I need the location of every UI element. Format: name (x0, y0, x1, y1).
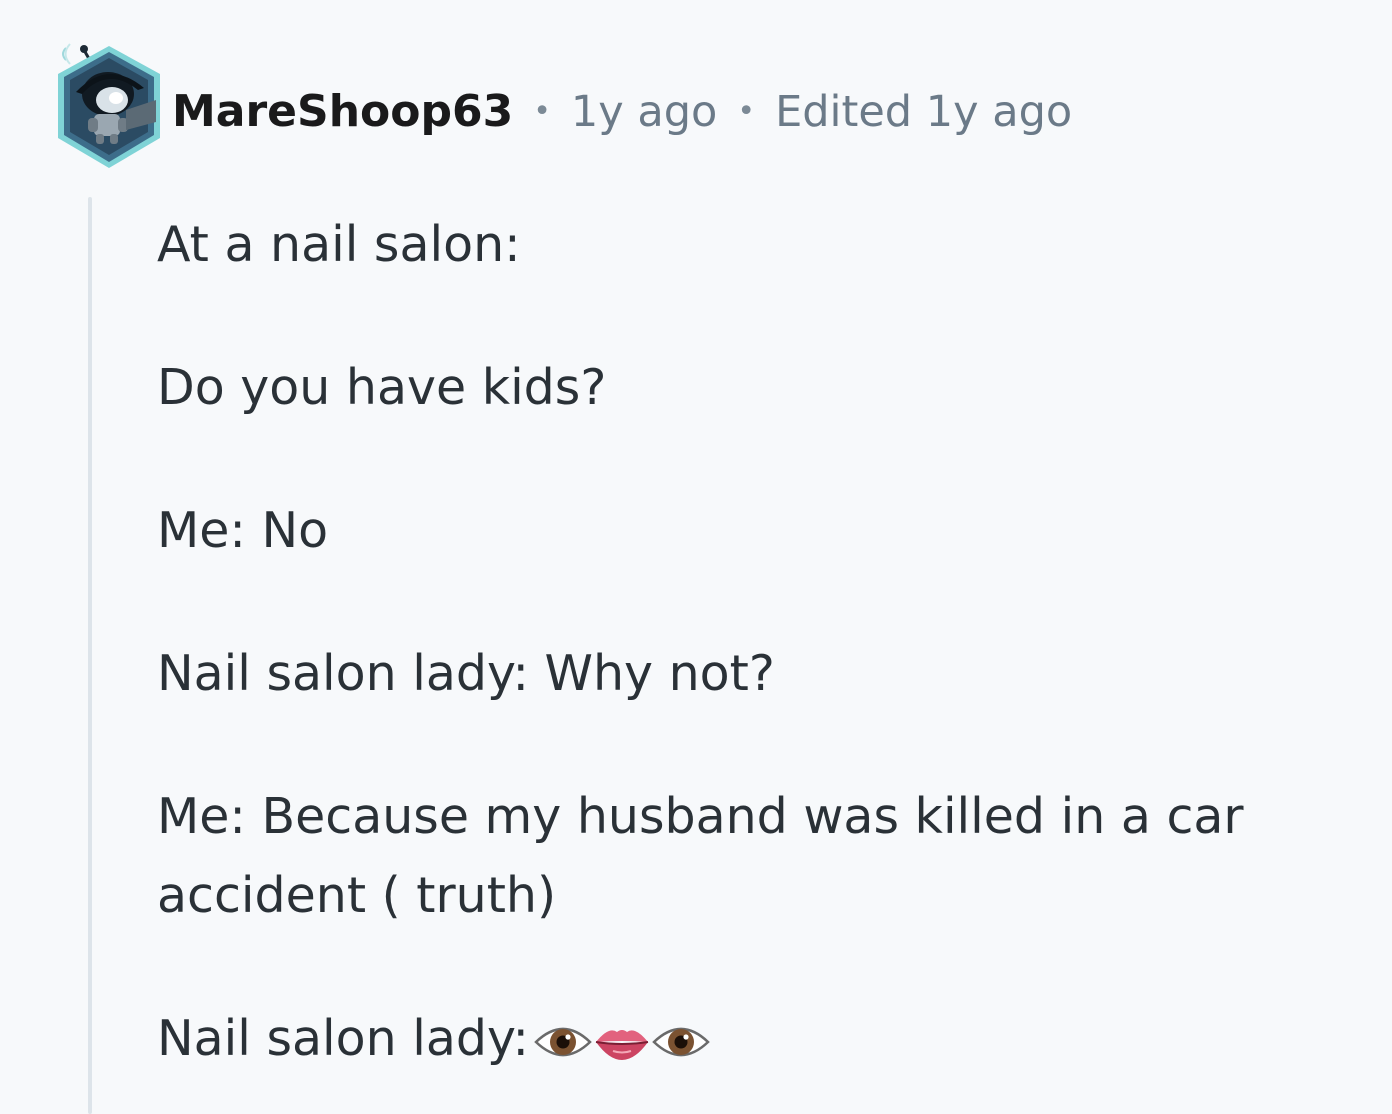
comment-line: Me: No (157, 502, 329, 559)
lips-icon (595, 1029, 649, 1060)
comment-line: At a nail salon: (157, 216, 521, 273)
meta-separator: • (737, 94, 756, 129)
comment-line: Me: Because my husband was killed in a c… (157, 788, 1244, 924)
thread-line[interactable] (88, 197, 92, 1114)
user-avatar[interactable] (48, 38, 170, 176)
timestamp[interactable]: 1y ago (571, 82, 717, 142)
comment-line: Do you have kids? (157, 359, 607, 416)
robot-avatar-icon (58, 43, 160, 168)
comment: MareShoop63 • 1y ago • Edited 1y ago At … (0, 0, 1392, 1114)
comment-line: Nail salon lady: Why not? (157, 645, 775, 702)
eye-icon (652, 1027, 710, 1056)
eye-icon (534, 1027, 592, 1056)
meta-separator: • (533, 94, 551, 129)
comment-line-with-emoji: Nail salon lady: (157, 999, 1317, 1078)
username-link[interactable]: MareShoop63 (172, 82, 513, 142)
emoji-sequence (533, 1018, 711, 1066)
comment-meta: MareShoop63 • 1y ago • Edited 1y ago (172, 82, 1072, 142)
comment-line: Nail salon lady: (157, 1010, 529, 1067)
comment-body: At a nail salon: Do you have kids? Me: N… (157, 205, 1317, 1078)
edited-timestamp: Edited 1y ago (775, 87, 1073, 137)
